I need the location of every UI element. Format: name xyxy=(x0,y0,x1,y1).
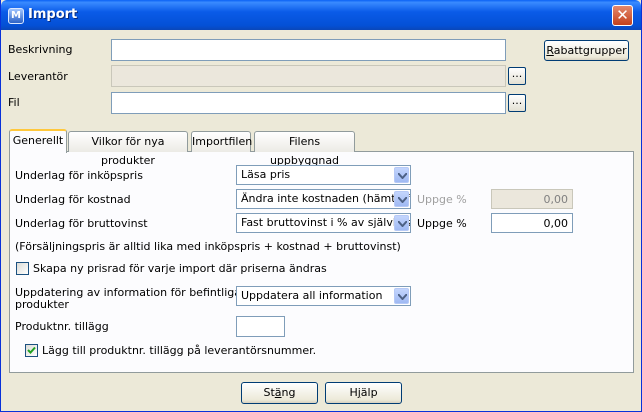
bruttovinst-select[interactable]: Fast bruttovinst i % av självkostr xyxy=(236,213,411,233)
inkopspris-select[interactable]: Läsa pris xyxy=(236,165,411,185)
fil-browse-button[interactable]: ... xyxy=(508,94,526,112)
kostnad-uppge-label: Uppge % xyxy=(417,193,467,206)
fil-input[interactable] xyxy=(111,92,506,114)
tillagg-input[interactable] xyxy=(236,316,285,337)
rabattgrupper-button[interactable]: Rabattgrupper xyxy=(544,40,629,61)
tab-vilkor[interactable]: Vilkor för nya produkter xyxy=(68,131,188,167)
kostnad-uppge-input: 0,00 xyxy=(491,189,573,209)
prisrad-checkbox[interactable] xyxy=(16,262,29,275)
lagg-till-checkbox[interactable] xyxy=(25,344,38,357)
kostnad-label: Underlag för kostnad xyxy=(15,193,131,206)
kostnad-select[interactable]: Ändra inte kostnaden (hämta frå xyxy=(236,189,411,209)
title-bar[interactable]: M Import ✕ xyxy=(1,0,641,30)
app-icon: M xyxy=(8,8,24,24)
window-title: Import xyxy=(28,7,78,22)
stang-button[interactable]: Stäng xyxy=(241,382,318,404)
pricing-note: (Försäljningspris är alltid lika med ink… xyxy=(15,240,401,253)
prisrad-label: Skapa ny prisrad för varje import där pr… xyxy=(33,262,327,275)
close-button[interactable]: ✕ xyxy=(612,5,633,26)
chevron-down-icon xyxy=(394,191,409,207)
chevron-down-icon xyxy=(394,288,409,304)
beskrivning-label: Beskrivning xyxy=(8,43,73,56)
beskrivning-input[interactable] xyxy=(111,39,506,61)
fil-label: Fil xyxy=(8,96,20,109)
leverantor-label: Leverantör xyxy=(8,70,68,83)
close-icon: ✕ xyxy=(616,6,629,24)
lagg-till-label: Lägg till produktnr. tillägg på leverant… xyxy=(42,344,317,357)
tab-filens-uppbyggnad[interactable]: Filens uppbyggnad xyxy=(254,131,355,167)
bruttovinst-uppge-input[interactable]: 0,00 xyxy=(491,213,573,233)
uppdatering-select[interactable]: Uppdatera all information xyxy=(236,286,411,306)
bruttovinst-uppge-label: Uppge % xyxy=(417,217,467,230)
chevron-down-icon xyxy=(394,167,409,183)
import-window: M Import ✕ Beskrivning Rabattgrupper Lev… xyxy=(0,0,642,412)
inkopspris-label: Underlag för inköpspris xyxy=(15,169,143,182)
chevron-down-icon xyxy=(394,215,409,231)
tillagg-label: Produktnr. tillägg xyxy=(15,320,109,333)
tab-generellt[interactable]: Generellt xyxy=(9,129,67,153)
bruttovinst-label: Underlag för bruttovinst xyxy=(15,217,148,230)
hjalp-button[interactable]: Hjälp xyxy=(325,382,402,404)
tab-importfilen[interactable]: Importfilen xyxy=(191,131,252,152)
leverantor-input xyxy=(111,65,506,87)
uppdatering-label-line2: produkter xyxy=(15,298,69,311)
checkmark-icon xyxy=(27,346,36,354)
leverantor-browse-button[interactable]: ... xyxy=(508,67,526,85)
